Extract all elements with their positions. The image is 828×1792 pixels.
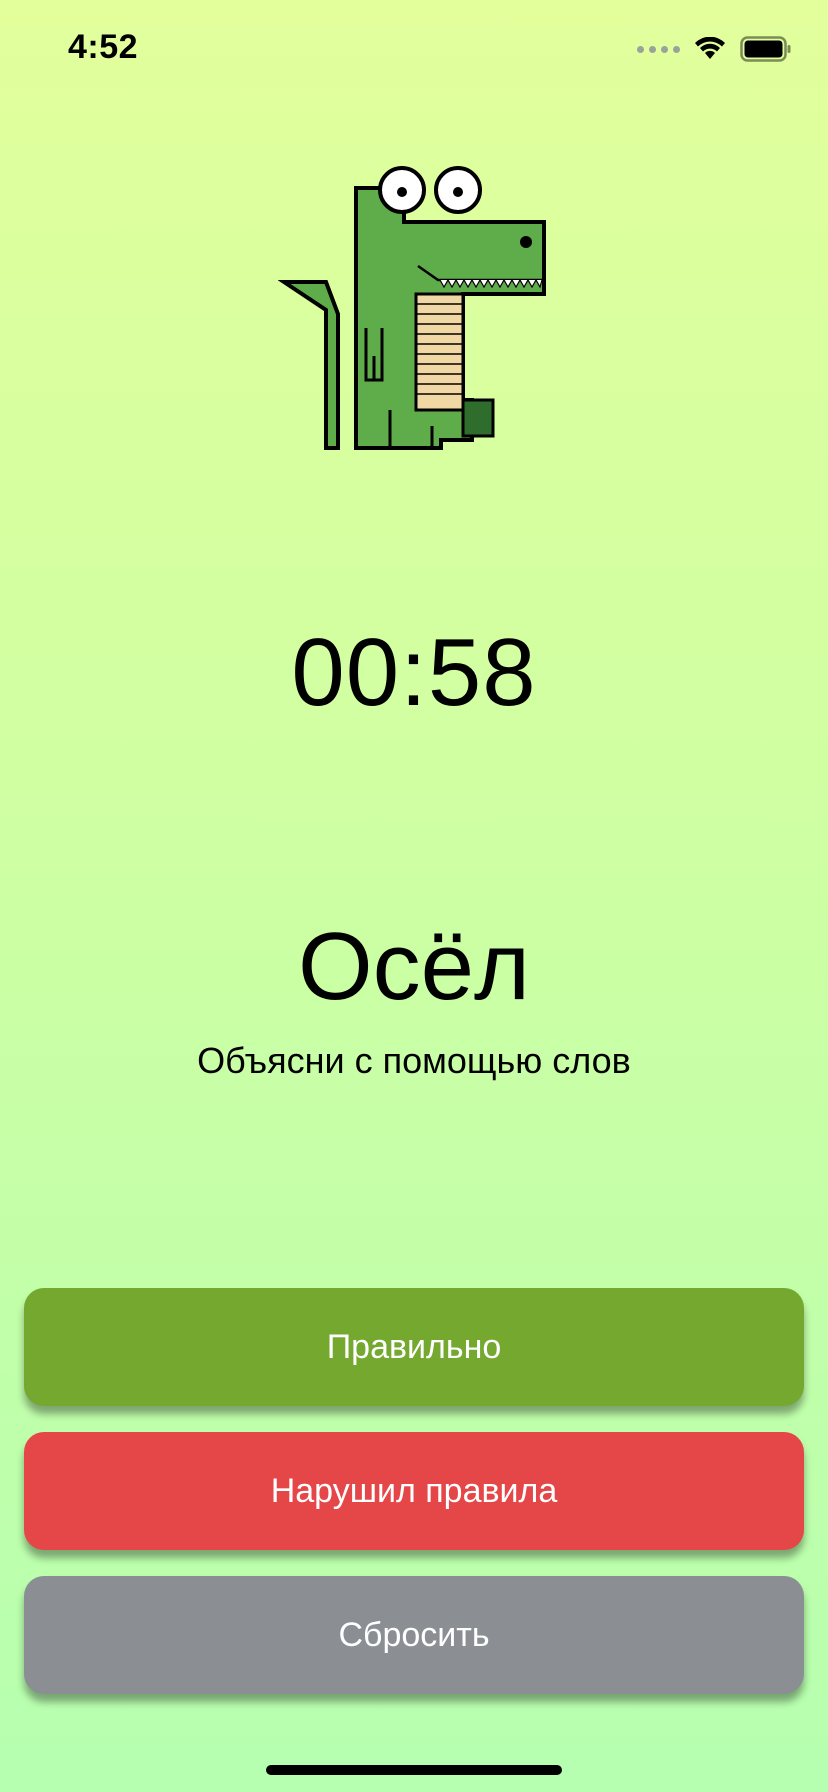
- crocodile-mascot-icon: [278, 166, 546, 450]
- status-bar: 4:52: [0, 0, 828, 100]
- current-word: Осёл: [297, 913, 531, 1020]
- rules-violated-button[interactable]: Нарушил правила: [24, 1432, 804, 1550]
- word-hint: Объясни с помощью слов: [197, 1040, 631, 1081]
- battery-icon: [740, 36, 791, 62]
- correct-button[interactable]: Правильно: [24, 1288, 804, 1406]
- status-icons: [637, 36, 792, 62]
- reset-button[interactable]: Сбросить: [24, 1576, 804, 1694]
- wifi-icon: [695, 37, 725, 59]
- home-indicator[interactable]: [266, 1765, 562, 1775]
- status-time: 4:52: [68, 28, 139, 66]
- countdown-timer: 00:58: [291, 619, 537, 726]
- cellular-signal-icon: [637, 45, 680, 53]
